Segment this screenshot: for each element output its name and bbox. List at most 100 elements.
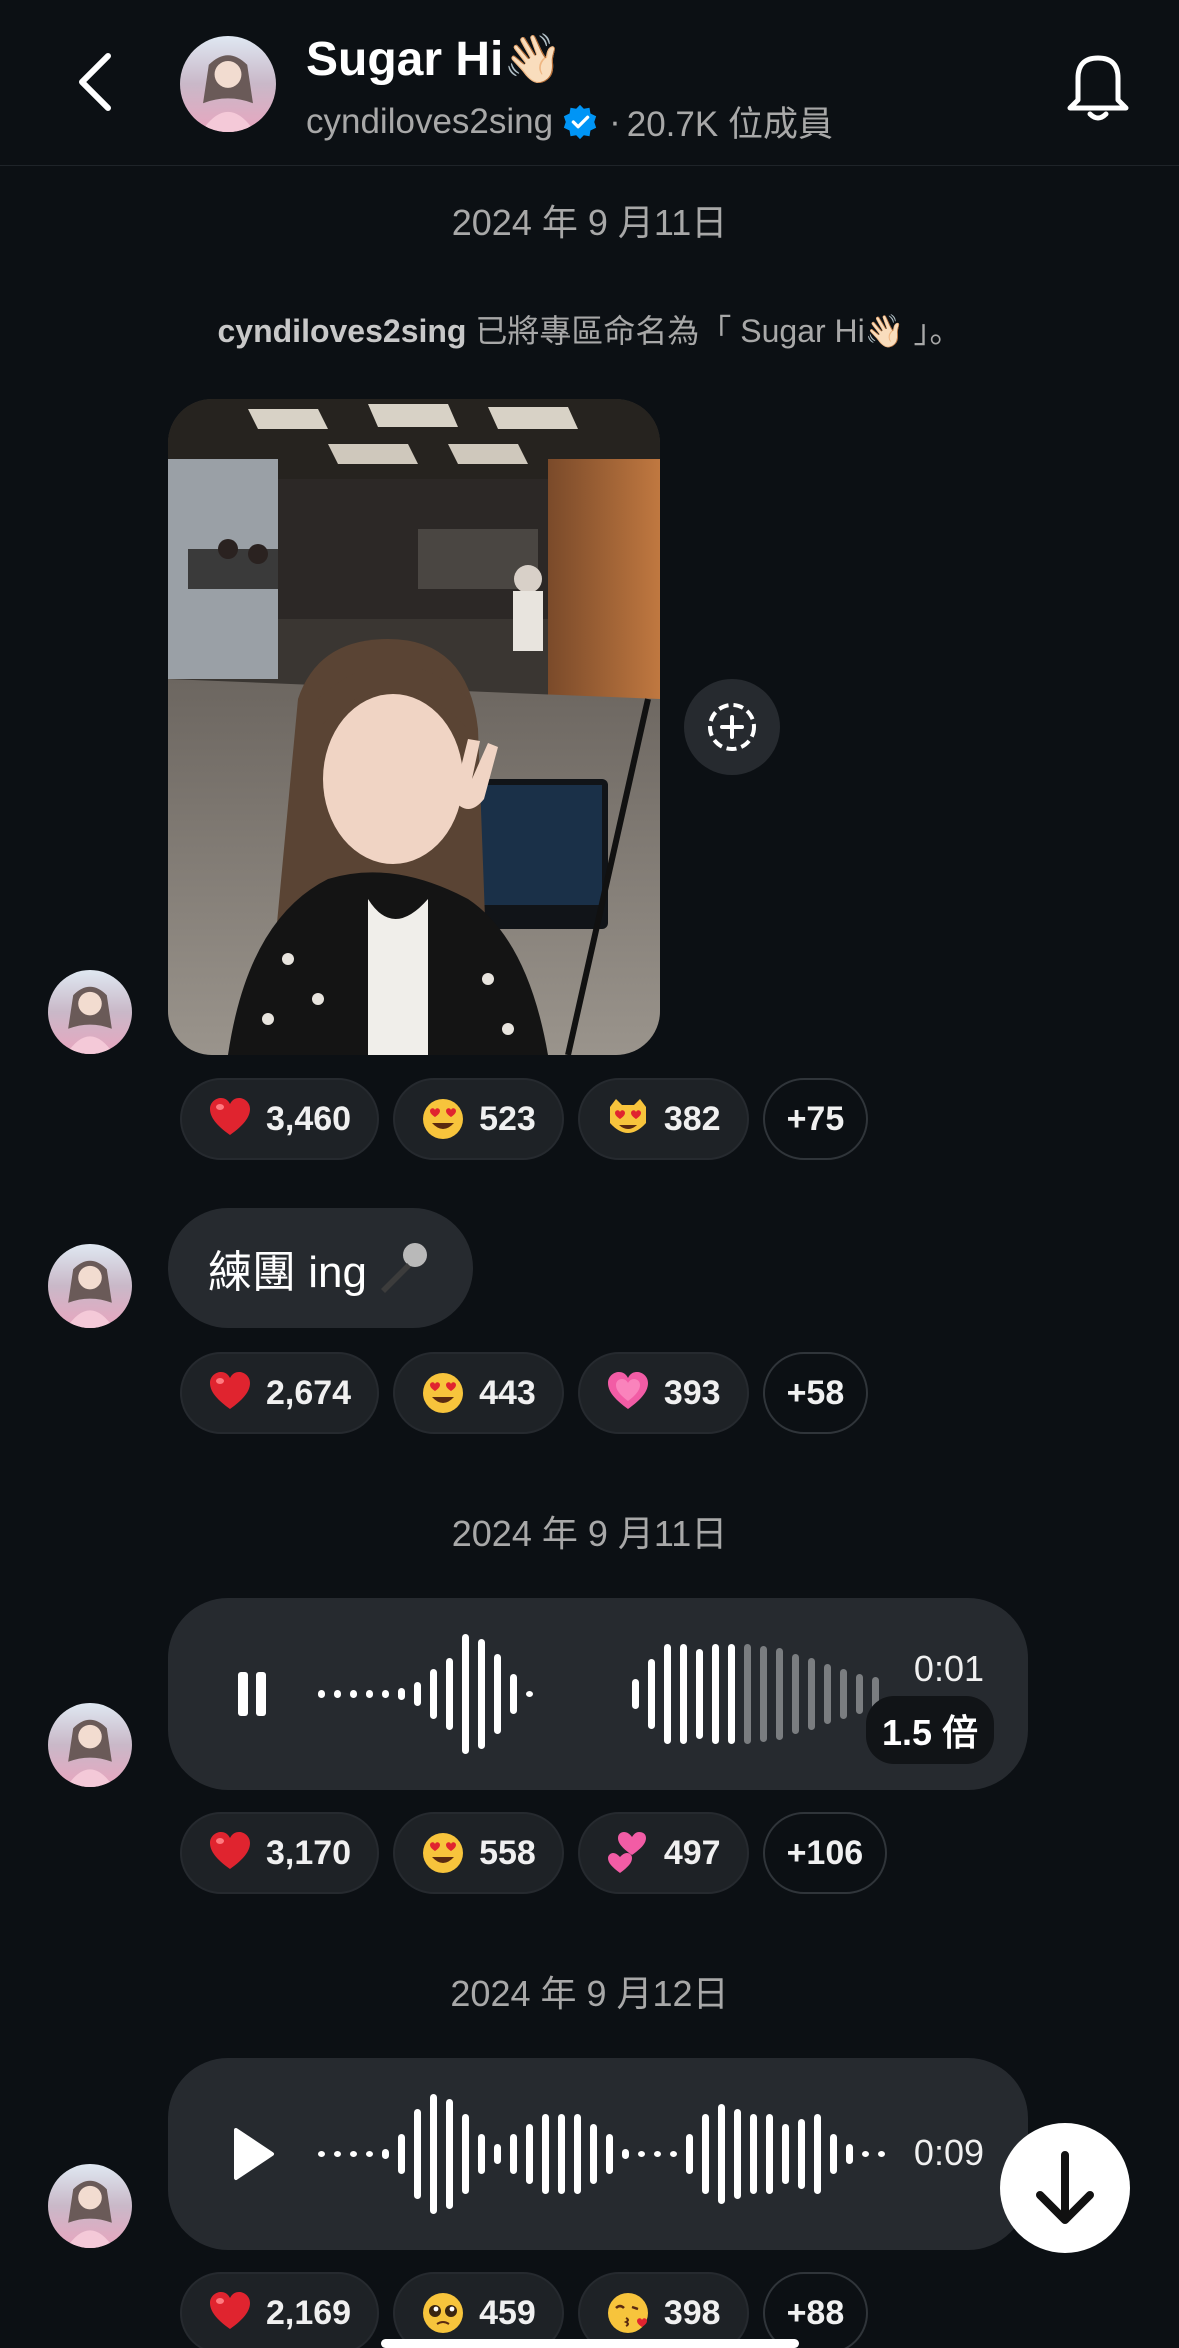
reaction-chip[interactable]: 3,460 bbox=[180, 1078, 380, 1160]
heart-emoji-icon bbox=[210, 2292, 250, 2329]
voice-message[interactable]: 0:09 bbox=[168, 2058, 1028, 2250]
reaction-chip[interactable]: 497 bbox=[577, 1812, 749, 1894]
reaction-count: 393 bbox=[663, 1373, 721, 1412]
text-message-bubble[interactable]: 練團 ing bbox=[168, 1208, 473, 1328]
voice-duration: 0:01 bbox=[913, 1648, 984, 1689]
cat-heart-eyes-emoji-icon bbox=[609, 1099, 646, 1133]
chat-header: Sugar Hi👋🏻 cyndiloves2sing · 20.7K 位成員 bbox=[0, 0, 1179, 166]
waveform-bar bbox=[814, 2114, 821, 2194]
waveform-bar bbox=[382, 2149, 389, 2159]
reaction-chip[interactable]: 3,170 bbox=[180, 1812, 380, 1894]
pink-heart-emoji-icon bbox=[607, 1372, 648, 1409]
reaction-chip[interactable]: 2,674 bbox=[180, 1352, 380, 1434]
waveform-bar bbox=[318, 1690, 325, 1698]
chevron-left-icon bbox=[79, 53, 111, 111]
waveform-bar bbox=[350, 1690, 357, 1698]
arrow-down-icon bbox=[1036, 2151, 1094, 2224]
reaction-bar: 3,460 523 382 +75 bbox=[180, 1078, 869, 1160]
channel-title[interactable]: Sugar Hi👋🏻 bbox=[306, 30, 563, 87]
reaction-chip[interactable]: 558 bbox=[393, 1812, 564, 1894]
sender-avatar[interactable] bbox=[48, 2164, 132, 2248]
play-button[interactable] bbox=[216, 2118, 288, 2190]
reaction-bar: 2,674 443 393 +58 bbox=[180, 1352, 869, 1434]
waveform-bar bbox=[414, 2109, 421, 2199]
message-text: 練團 ing bbox=[208, 1248, 367, 1297]
waveform-bar bbox=[856, 1674, 863, 1714]
waveform-bar bbox=[462, 1634, 469, 1754]
waveform-bar bbox=[680, 1644, 687, 1744]
sender-avatar[interactable] bbox=[48, 970, 132, 1054]
notifications-button[interactable] bbox=[1064, 48, 1132, 122]
system-message-text: 已將專區命名為「 Sugar Hi👋🏻 」。 bbox=[466, 313, 962, 349]
member-count: 20.7K 位成員 bbox=[626, 105, 833, 144]
channel-avatar[interactable] bbox=[180, 36, 276, 132]
waveform-bar bbox=[702, 2114, 709, 2194]
more-reactions-chip[interactable]: +58 bbox=[762, 1352, 869, 1434]
waveform-bar bbox=[494, 2144, 501, 2164]
more-reactions-chip[interactable]: +75 bbox=[762, 1078, 869, 1160]
more-reactions-chip[interactable]: +88 bbox=[762, 2272, 869, 2348]
reaction-chip[interactable]: 382 bbox=[577, 1078, 749, 1160]
reaction-bar: 2,169 459 398 +88 bbox=[180, 2272, 869, 2348]
waveform-bar bbox=[824, 1664, 831, 1724]
reaction-bar: 3,170 558 497 +106 bbox=[180, 1812, 888, 1894]
reaction-count: 443 bbox=[479, 1373, 536, 1412]
bell-icon bbox=[1067, 55, 1129, 121]
waveform-bar bbox=[792, 1654, 799, 1734]
heart-eyes-emoji-icon bbox=[423, 1833, 464, 1873]
heart-emoji-icon bbox=[210, 1372, 250, 1409]
waveform-bar bbox=[590, 2124, 597, 2184]
channel-subtitle: cyndiloves2sing · 20.7K 位成員 bbox=[306, 96, 833, 147]
sender-avatar[interactable] bbox=[48, 1703, 132, 1787]
kissing-face-emoji-icon bbox=[606, 2291, 650, 2335]
audio-waveform bbox=[318, 2094, 885, 2214]
voice-duration: 0:09 bbox=[913, 2132, 984, 2173]
waveform-bar bbox=[366, 1690, 373, 1698]
waveform-bar bbox=[382, 1690, 389, 1698]
more-reactions-chip[interactable]: +106 bbox=[762, 1812, 888, 1894]
heart-eyes-emoji-icon bbox=[423, 1373, 464, 1413]
share-photo-button[interactable] bbox=[684, 679, 780, 775]
reaction-chip[interactable]: 523 bbox=[393, 1078, 564, 1160]
voice-message[interactable]: 0:01 1.5 倍 bbox=[168, 1598, 1028, 1790]
reaction-chip[interactable]: 393 bbox=[577, 1352, 749, 1434]
two-hearts-emoji-icon bbox=[607, 1832, 646, 1873]
waveform-bar bbox=[776, 1648, 783, 1740]
reaction-count: 3,460 bbox=[266, 1099, 352, 1138]
photo-message[interactable] bbox=[168, 399, 660, 1055]
back-button[interactable] bbox=[62, 42, 132, 122]
sender-avatar[interactable] bbox=[48, 1244, 132, 1328]
waveform-bar bbox=[526, 2124, 533, 2184]
reaction-count: 497 bbox=[663, 1833, 721, 1872]
selfie-photo bbox=[168, 399, 660, 1055]
waveform-bar bbox=[670, 2151, 677, 2157]
system-message-user[interactable]: cyndiloves2sing bbox=[217, 313, 466, 349]
microphone-emoji-icon bbox=[380, 1243, 427, 1293]
date-separator: 2024 年 9 月12日 bbox=[450, 1973, 729, 2014]
waveform-bar bbox=[318, 2151, 325, 2157]
pause-button[interactable] bbox=[216, 1658, 288, 1730]
waveform-bar bbox=[574, 2114, 581, 2194]
waveform-bar bbox=[632, 1679, 639, 1709]
reaction-chip[interactable]: 459 bbox=[393, 2272, 564, 2348]
reaction-chip[interactable]: 2,169 bbox=[180, 2272, 380, 2348]
waveform-bar bbox=[462, 2114, 469, 2194]
reaction-chip[interactable]: 398 bbox=[577, 2272, 749, 2348]
reaction-count: 2,674 bbox=[266, 1373, 352, 1412]
waveform-bar bbox=[478, 1639, 485, 1749]
pleading-face-emoji-icon bbox=[422, 2292, 465, 2334]
scroll-to-bottom-button[interactable] bbox=[1000, 2123, 1130, 2253]
waveform-bar bbox=[686, 2134, 693, 2174]
channel-username[interactable]: cyndiloves2sing bbox=[306, 102, 553, 142]
waveform-bar bbox=[510, 1674, 517, 1714]
waveform-bar bbox=[712, 1644, 719, 1744]
playback-speed-button[interactable]: 1.5 倍 bbox=[865, 1696, 994, 1764]
verified-badge-icon bbox=[563, 104, 597, 139]
reaction-count: 459 bbox=[479, 2293, 536, 2332]
waveform-bar bbox=[840, 1669, 847, 1719]
home-indicator bbox=[381, 2339, 799, 2348]
system-message: cyndiloves2sing 已將專區命名為「 Sugar Hi👋🏻 」。 bbox=[0, 306, 1179, 352]
reaction-chip[interactable]: 443 bbox=[393, 1352, 564, 1434]
waveform-bar bbox=[862, 2151, 869, 2157]
waveform-bar bbox=[478, 2134, 485, 2174]
